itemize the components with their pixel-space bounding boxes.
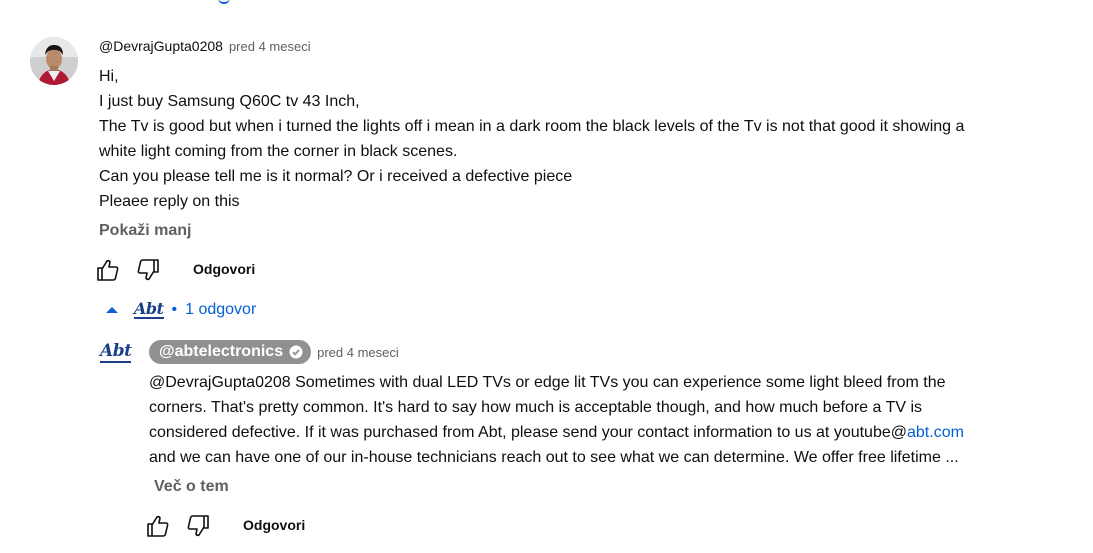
replies-toggle[interactable]: Abt • 1 odgovor (104, 301, 256, 319)
reply-header: @abtelectronics pred 4 meseci (149, 340, 399, 364)
show-less-button[interactable]: Pokaži manj (99, 222, 191, 240)
channel-owner-badge[interactable]: @abtelectronics (149, 340, 312, 364)
comment-line: The Tv is good but when i turned the lig… (99, 118, 965, 135)
comment-line: Hi, (99, 68, 119, 85)
replies-count-label[interactable]: 1 odgovor (185, 301, 256, 319)
reply-timestamp[interactable]: pred 4 meseci (317, 345, 399, 360)
comment-line: white light coming from the corner in bl… (99, 143, 458, 160)
user-avatar-image (30, 37, 78, 85)
comment-header: @DevrajGupta0208 pred 4 meseci (99, 38, 311, 54)
reply-reply-button[interactable]: Odgovori (243, 517, 305, 533)
verified-check-icon (289, 345, 303, 359)
comment-line: Can you please tell me is it normal? Or … (99, 168, 573, 185)
reply-line: considered defective. If it was purchase… (149, 420, 1079, 445)
reply-line: and we can have one of our in-house tech… (149, 449, 959, 466)
caret-up-icon (106, 307, 118, 313)
reply-line: corners. That's pretty common. It's hard… (149, 399, 923, 416)
comment-timestamp[interactable]: pred 4 meseci (229, 39, 311, 54)
top-link-fragment (218, 0, 230, 4)
reply-dislike-button[interactable] (185, 513, 211, 539)
thumb-down-icon (137, 259, 159, 281)
reply-body: @DevrajGupta0208 Sometimes with dual LED… (149, 370, 1079, 470)
thumb-down-icon (187, 515, 209, 537)
replies-separator: • (171, 301, 178, 318)
reply-text: considered defective. If it was purchase… (149, 424, 907, 441)
comment-author[interactable]: @DevrajGupta0208 (99, 38, 223, 54)
comment-body: Hi, I just buy Samsung Q60C tv 43 Inch, … (99, 64, 1069, 214)
comment-line: I just buy Samsung Q60C tv 43 Inch, (99, 93, 360, 110)
like-button[interactable] (95, 257, 121, 283)
reply-author: @abtelectronics (159, 343, 284, 360)
reply-like-button[interactable] (145, 513, 171, 539)
avatar[interactable] (30, 37, 78, 85)
reply-avatar[interactable]: Abt (100, 341, 132, 363)
email-link[interactable]: abt.com (907, 424, 964, 441)
abt-logo: Abt (100, 341, 132, 363)
reply-button[interactable]: Odgovori (193, 261, 255, 277)
read-more-button[interactable]: Več o tem (154, 478, 229, 496)
dislike-button[interactable] (135, 257, 161, 283)
reply-line: @DevrajGupta0208 Sometimes with dual LED… (149, 374, 946, 391)
comment-line: Pleaee reply on this (99, 193, 240, 210)
creator-heart-avatar: Abt (134, 299, 164, 319)
thumb-up-icon (147, 515, 169, 537)
thumb-up-icon (97, 259, 119, 281)
